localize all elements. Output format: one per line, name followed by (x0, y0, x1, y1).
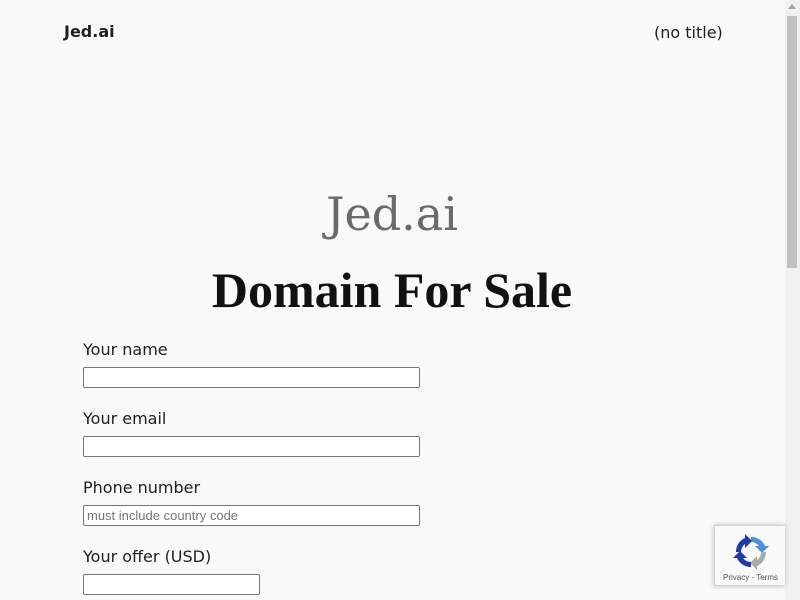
recaptcha-links: Privacy - Terms (715, 573, 786, 582)
phone-input[interactable] (83, 505, 420, 526)
name-field-group: Your name (83, 340, 483, 409)
page-title: Domain For Sale (211, 262, 573, 318)
email-label: Your email (83, 409, 167, 428)
recaptcha-badge[interactable]: Privacy - Terms (714, 525, 785, 586)
vertical-scrollbar[interactable] (785, 0, 800, 600)
brand-heading: Jed.ai (326, 187, 458, 241)
phone-field-group: Phone number (83, 478, 483, 547)
name-label: Your name (83, 340, 168, 359)
nav-no-title-link[interactable]: (no title) (654, 23, 723, 42)
recaptcha-terms-link[interactable]: Terms (756, 573, 778, 582)
offer-input[interactable] (83, 574, 260, 595)
offer-form: Your name Your email Phone number Your o… (83, 340, 483, 600)
offer-label: Your offer (USD) (83, 547, 212, 566)
scroll-up-arrow-icon[interactable] (788, 4, 796, 9)
offer-field-group: Your offer (USD) (83, 547, 483, 600)
phone-label: Phone number (83, 478, 201, 497)
email-input[interactable] (83, 436, 420, 457)
scroll-thumb[interactable] (787, 16, 797, 268)
site-title-link[interactable]: Jed.ai (64, 22, 115, 41)
recaptcha-privacy-link[interactable]: Privacy (723, 573, 749, 582)
name-input[interactable] (83, 367, 420, 388)
page: Jed.ai (no title) Jed.ai Domain For Sale… (0, 0, 800, 600)
email-field-group: Your email (83, 409, 483, 478)
recaptcha-icon (733, 534, 769, 570)
